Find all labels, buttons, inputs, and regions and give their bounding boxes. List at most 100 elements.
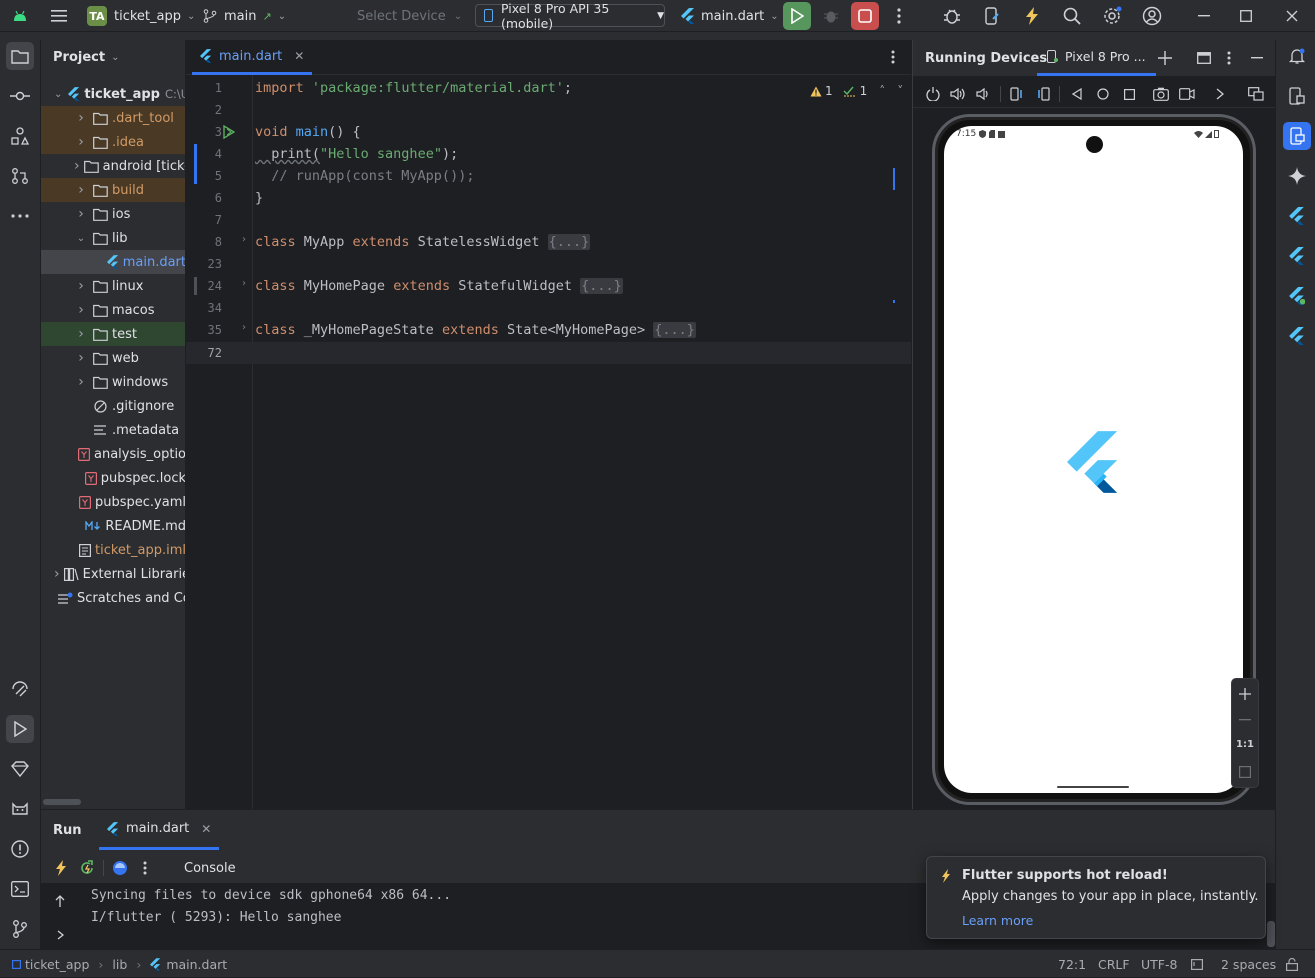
code-line-4[interactable]: print("Hello sanghee"); xyxy=(255,143,458,165)
branch-switcher[interactable]: main ↗ ⌄ xyxy=(203,0,286,32)
run-button[interactable] xyxy=(783,2,811,30)
tree-item[interactable]: › macos xyxy=(41,298,185,322)
logcat-tool-button[interactable] xyxy=(6,795,34,823)
chevron-up-icon[interactable]: ˄ xyxy=(879,84,885,98)
tree-item[interactable]: › build xyxy=(41,178,185,202)
main-menu-icon[interactable] xyxy=(48,0,70,32)
run-config-selector[interactable]: main.dart ⌄ xyxy=(681,0,779,32)
editor-tab-main-dart[interactable]: main.dart ✕ xyxy=(192,40,313,75)
cursor-position[interactable]: 72:1 xyxy=(1058,950,1086,978)
device-selector[interactable]: Pixel 8 Pro API 35 (mobile) ▼ xyxy=(475,1,665,31)
project-panel-header[interactable]: Project ⌄ xyxy=(53,40,119,74)
expand-chevron-icon[interactable] xyxy=(53,927,67,943)
tree-item[interactable]: › .idea xyxy=(41,130,185,154)
maximize-window-icon[interactable] xyxy=(1234,0,1258,32)
fold-arrow-icon[interactable]: › xyxy=(242,322,246,333)
tree-item[interactable]: pubspec.yaml xyxy=(41,490,185,514)
flutter-performance-tool-button[interactable] xyxy=(1283,282,1311,310)
stop-button[interactable] xyxy=(851,2,879,30)
more-chevron-icon[interactable] xyxy=(1212,86,1228,102)
tree-item[interactable]: pubspec.lock xyxy=(41,466,185,490)
file-encoding[interactable]: UTF-8 xyxy=(1141,950,1177,978)
learn-more-link[interactable]: Learn more xyxy=(962,913,1033,928)
console-scrollbar[interactable] xyxy=(1267,921,1275,947)
flutter-outline-tool-button[interactable] xyxy=(1283,242,1311,270)
more-actions-icon[interactable] xyxy=(890,0,908,32)
collapsed-chevron-icon[interactable]: › xyxy=(74,326,88,342)
screen-record-icon[interactable] xyxy=(1179,86,1195,102)
breadcrumb-item[interactable]: ticket_app xyxy=(25,957,89,972)
line-separator[interactable]: CRLF xyxy=(1098,950,1130,978)
run-tab-main-dart[interactable]: main.dart ✕ xyxy=(99,810,220,850)
zoom-in-icon[interactable] xyxy=(1238,687,1252,701)
project-tool-button[interactable] xyxy=(6,42,34,70)
code-line-3[interactable]: void main() { xyxy=(255,121,361,143)
collapsed-chevron-icon[interactable]: › xyxy=(74,350,88,366)
tree-item[interactable]: main.dart xyxy=(41,250,185,274)
hot-reload-icon[interactable] xyxy=(1021,0,1043,32)
back-icon[interactable] xyxy=(1069,86,1085,102)
devices-options-icon[interactable] xyxy=(1222,50,1236,66)
screen-mirror-icon[interactable] xyxy=(1248,86,1264,102)
tree-item[interactable]: .metadata xyxy=(41,418,185,442)
code-line-24[interactable]: class MyHomePage extends StatefulWidget … xyxy=(255,275,623,297)
collapsed-chevron-icon[interactable]: › xyxy=(74,374,88,390)
tree-item[interactable]: analysis_optio xyxy=(41,442,185,466)
phone-screen[interactable]: 7:15 xyxy=(944,126,1243,793)
run-options-icon[interactable] xyxy=(138,859,152,877)
tree-item[interactable]: › .dart_tool xyxy=(41,106,185,130)
notifications-tool-button[interactable] xyxy=(1283,42,1311,70)
code-line-8[interactable]: class MyApp extends StatelessWidget {...… xyxy=(255,231,591,253)
home-icon[interactable] xyxy=(1095,86,1111,102)
tree-item[interactable]: ticket_app.iml xyxy=(41,538,185,562)
android-logo-icon[interactable] xyxy=(10,0,30,32)
terminal-tool-button[interactable] xyxy=(6,875,34,903)
zoom-actual-size[interactable]: 1:1 xyxy=(1232,739,1258,750)
expanded-chevron-icon[interactable]: ⌄ xyxy=(74,233,88,244)
collapsed-chevron-icon[interactable]: › xyxy=(54,566,60,582)
run-gutter-icon[interactable] xyxy=(222,124,236,140)
lock-icon[interactable] xyxy=(1285,950,1299,978)
tree-item[interactable]: › linux xyxy=(41,274,185,298)
chevron-down-icon[interactable]: ˅ xyxy=(897,84,903,98)
tree-item[interactable]: › ios xyxy=(41,202,185,226)
collapsed-chevron-icon[interactable]: › xyxy=(74,206,88,222)
tree-item[interactable]: Scratches and Co xyxy=(41,586,185,610)
volume-up-icon[interactable] xyxy=(950,86,966,102)
indent-setting[interactable]: 2 spaces xyxy=(1221,950,1276,978)
commit-tool-button[interactable] xyxy=(6,82,34,110)
build-tool-button[interactable] xyxy=(6,675,34,703)
tree-item[interactable]: › test xyxy=(41,322,185,346)
close-tab-icon[interactable]: ✕ xyxy=(294,49,304,63)
memory-indicator-icon[interactable] xyxy=(1190,950,1204,978)
tree-item[interactable]: › android [ticke xyxy=(41,154,185,178)
zoom-out-icon[interactable] xyxy=(1238,713,1252,727)
code-line-5[interactable]: // runApp(const MyApp()); xyxy=(255,165,474,187)
tree-item[interactable]: ⌄ lib xyxy=(41,226,185,250)
breadcrumb-item[interactable]: lib xyxy=(112,957,127,972)
settings-gear-icon[interactable] xyxy=(1100,0,1124,32)
structure-tool-button[interactable] xyxy=(6,122,34,150)
gemini-tool-button[interactable] xyxy=(6,755,34,783)
tree-item[interactable]: › windows xyxy=(41,370,185,394)
horizontal-scrollbar[interactable] xyxy=(43,799,81,805)
scroll-up-icon[interactable] xyxy=(53,893,67,909)
run-tool-button[interactable] xyxy=(6,715,34,743)
flutter-inspector-tool-button[interactable] xyxy=(1283,202,1311,230)
screenshot-icon[interactable] xyxy=(1153,86,1169,102)
add-device-icon[interactable] xyxy=(1157,50,1173,66)
devtools-icon[interactable] xyxy=(111,859,129,877)
window-layout-icon[interactable] xyxy=(1196,50,1212,66)
collapsed-chevron-icon[interactable]: › xyxy=(74,182,88,198)
fold-arrow-icon[interactable]: › xyxy=(242,278,246,289)
more-tools-button[interactable] xyxy=(6,202,34,230)
collapsed-chevron-icon[interactable]: › xyxy=(74,158,80,174)
code-line-35[interactable]: class _MyHomePageState extends State<MyH… xyxy=(255,319,696,341)
close-tab-icon[interactable]: ✕ xyxy=(201,822,211,836)
console-tab[interactable]: Console xyxy=(176,852,244,884)
running-devices-tool-button[interactable] xyxy=(1283,122,1311,150)
device-manager-icon[interactable] xyxy=(981,0,1003,32)
tree-item[interactable]: › External Libraries xyxy=(41,562,185,586)
device-manager-tool-button[interactable] xyxy=(1283,82,1311,110)
editor-options-icon[interactable] xyxy=(886,49,900,65)
